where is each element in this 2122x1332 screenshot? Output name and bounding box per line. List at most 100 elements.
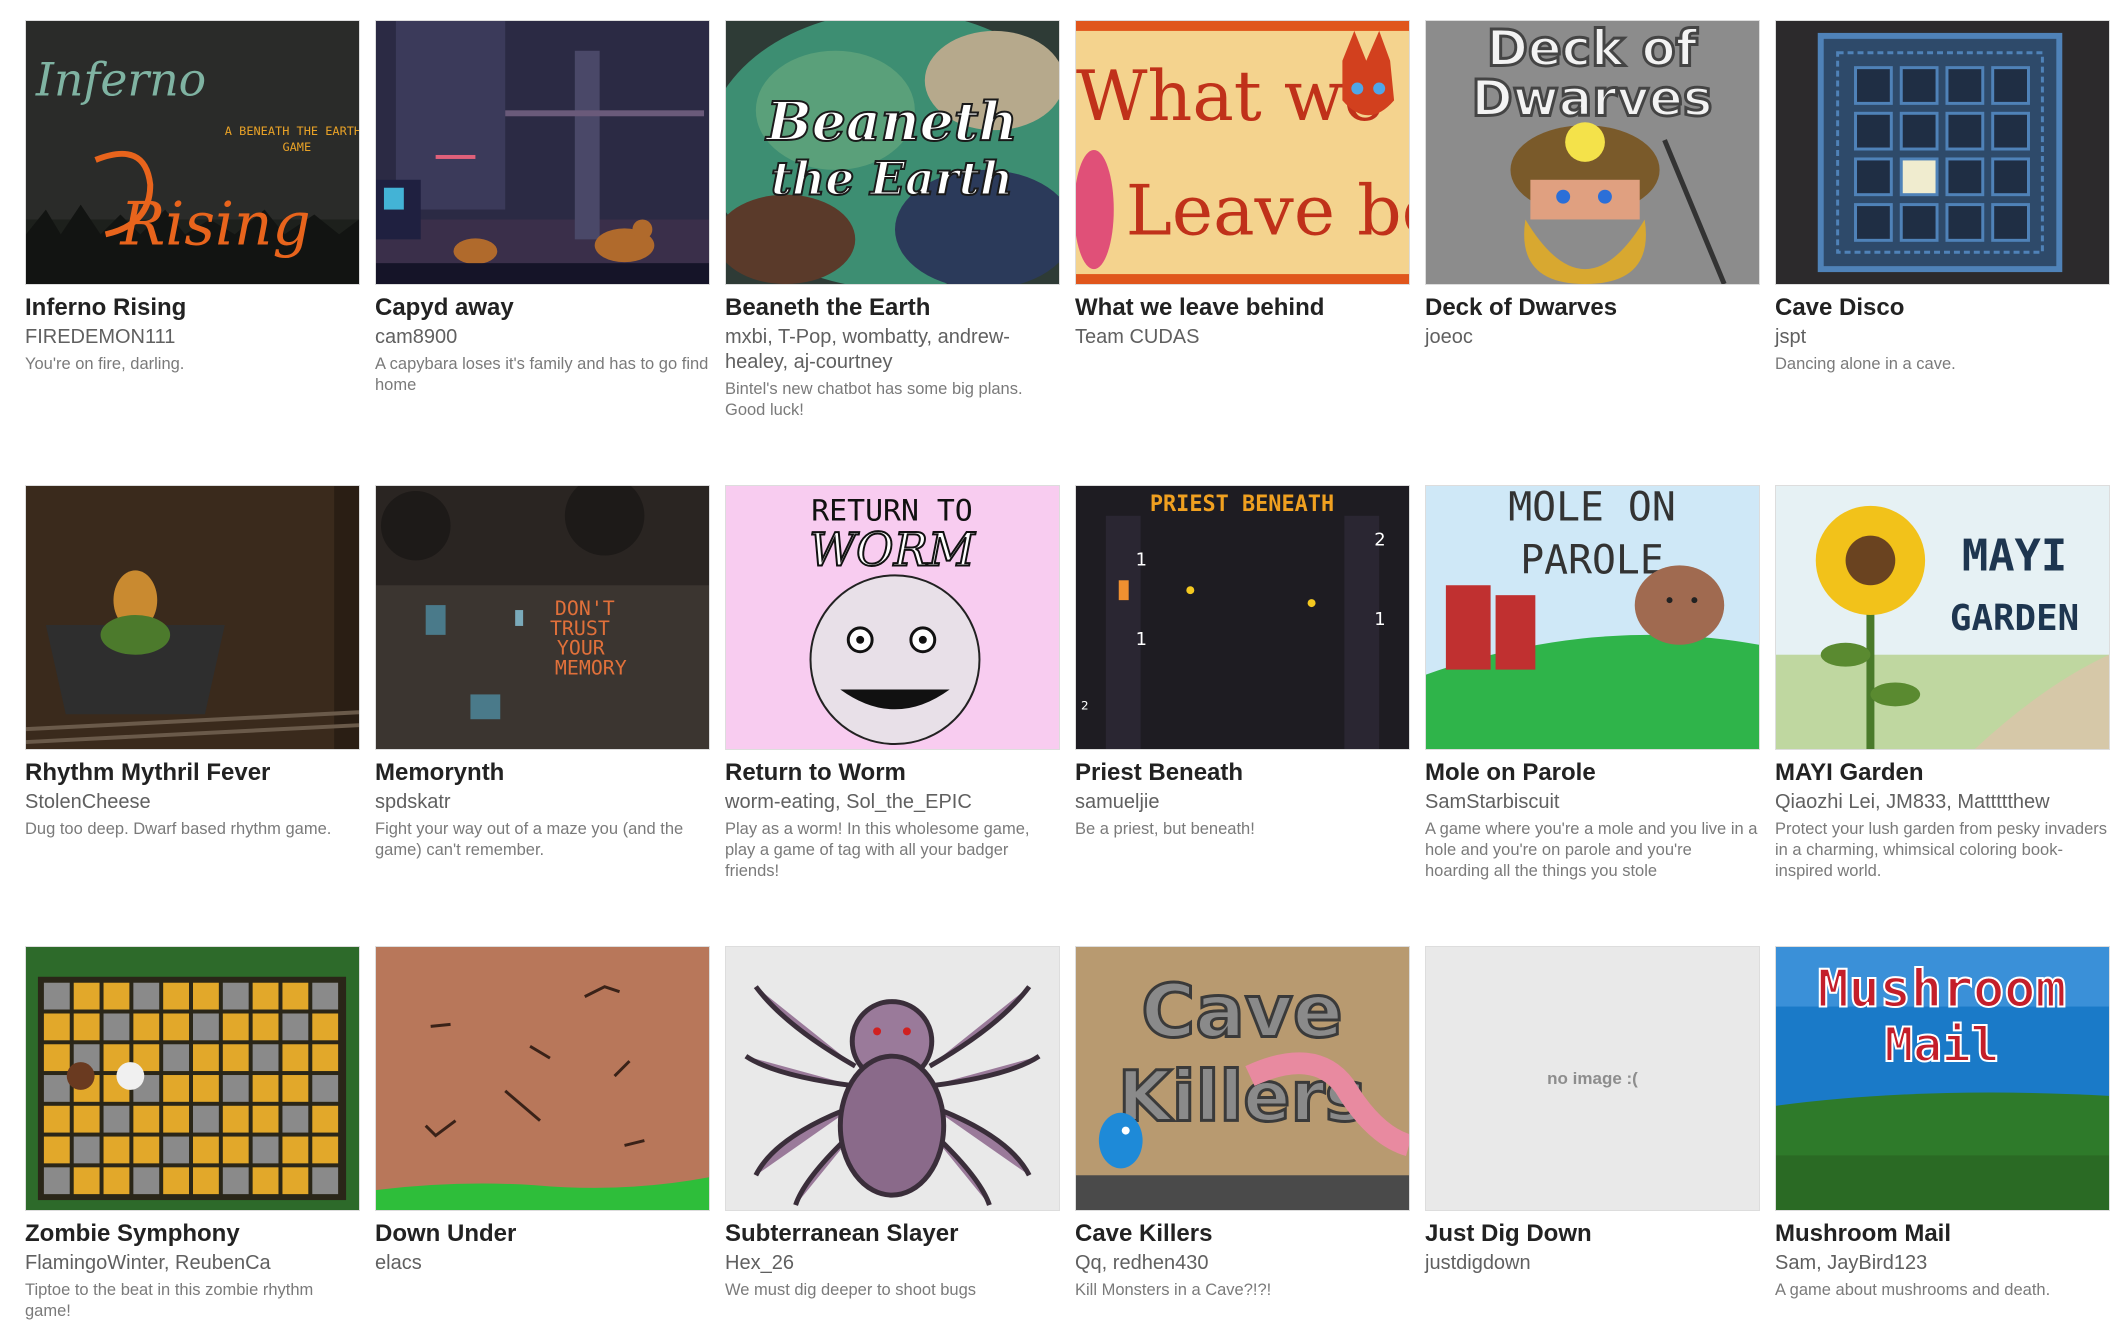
game-title[interactable]: Rhythm Mythril Fever (25, 758, 360, 788)
game-title[interactable]: Cave Disco (1775, 293, 2110, 323)
svg-text:PRIEST BENEATH: PRIEST BENEATH (1150, 492, 1334, 517)
thumbnail-art (26, 947, 359, 1210)
game-thumbnail[interactable]: MOLE ON PAROLE (1425, 485, 1760, 750)
game-author: FlamingoWinter, ReubenCa (25, 1252, 271, 1274)
game-card-rhythm-mythril-fever[interactable]: Rhythm Mythril Fever StolenCheese Dug too … (25, 485, 360, 840)
game-description: A game where you're a mole and you live … (1425, 820, 1758, 880)
game-title[interactable]: Down Under (375, 1219, 710, 1249)
game-title[interactable]: Priest Beneath (1075, 758, 1410, 788)
game-author: spdskatr (375, 791, 451, 813)
game-title[interactable]: Subterranean Slayer (725, 1219, 1060, 1249)
thumbnail-art: Deck of Dwarves (1426, 21, 1759, 284)
game-thumbnail[interactable]: Mushroom Mail (1775, 946, 2110, 1211)
svg-text:1: 1 (1136, 629, 1147, 650)
game-title[interactable]: Just Dig Down (1425, 1219, 1760, 1249)
thumbnail-art (26, 486, 359, 749)
game-title[interactable]: Beaneth the Earth (725, 293, 1060, 323)
game-thumbnail[interactable] (1775, 20, 2110, 285)
svg-text:1: 1 (1374, 609, 1385, 630)
game-card-inferno-rising[interactable]: Inferno A BENEATH THE EARTH GAME Rising … (25, 20, 360, 375)
game-title[interactable]: Memorynth (375, 758, 710, 788)
thumbnail-art (1776, 21, 2109, 284)
game-title[interactable]: Capyd away (375, 293, 710, 323)
svg-text:2: 2 (1081, 698, 1089, 712)
game-title[interactable]: Deck of Dwarves (1425, 293, 1760, 323)
game-thumbnail[interactable] (725, 946, 1060, 1211)
game-author: Qiaozhi Lei, JM833, Mattttthew (1775, 791, 2050, 813)
game-thumbnail[interactable]: What we Leave behi (1075, 20, 1410, 285)
game-title[interactable]: Zombie Symphony (25, 1219, 360, 1249)
game-card-mayi-garden[interactable]: MAYI GARDEN MAYI Garden Qiaozhi Lei, JM833… (1775, 485, 2110, 882)
game-card-deck-of-dwarves[interactable]: Deck of Dwarves Deck of Dwarves joeoc (1425, 20, 1760, 350)
game-card-what-we-leave-behind[interactable]: What we Leave behi What we leave behind T… (1075, 20, 1410, 350)
game-card-mole-on-parole[interactable]: MOLE ON PAROLE Mole on Parole SamStarbisc… (1425, 485, 1760, 882)
game-title[interactable]: Inferno Rising (25, 293, 360, 323)
game-author: mxbi, T-Pop, wombatty, andrew-healey, aj… (725, 326, 1010, 373)
game-author: Qq, redhen430 (1075, 1252, 1209, 1274)
game-card-capyd-away[interactable]: Capyd away cam8900 A capybara loses it's f… (375, 20, 710, 396)
svg-text:What we: What we (1076, 56, 1385, 137)
game-thumbnail[interactable]: DON'T TRUST YOUR MEMORY (375, 485, 710, 750)
thumbnail-art: What we Leave behi (1076, 21, 1409, 284)
game-thumbnail[interactable]: Inferno A BENEATH THE EARTH GAME Rising (25, 20, 360, 285)
game-author: FIREDEMON111 (25, 326, 176, 348)
game-thumbnail[interactable]: Beaneth the Earth (725, 20, 1060, 285)
game-thumbnail[interactable]: Cave Killers (1075, 946, 1410, 1211)
game-thumbnail[interactable] (25, 485, 360, 750)
svg-text:Leave behi: Leave behi (1126, 170, 1409, 251)
game-title[interactable]: Mole on Parole (1425, 758, 1760, 788)
svg-text:1: 1 (1136, 549, 1147, 570)
game-author: justdigdown (1425, 1252, 1531, 1274)
game-thumbnail[interactable]: RETURN TO WORM (725, 485, 1060, 750)
game-title[interactable]: Return to Worm (725, 758, 1060, 788)
game-card-beaneth-the-earth[interactable]: Beaneth the Earth Beaneth the Earth mxbi, … (725, 20, 1060, 421)
thumbnail-art (376, 947, 709, 1210)
game-card-memorynth[interactable]: DON'T TRUST YOUR MEMORY Memorynth spdskatr F… (375, 485, 710, 861)
svg-text:Cave: Cave (1141, 969, 1342, 1054)
game-description: Dug too deep. Dwarf based rhythm game. (25, 820, 332, 838)
thumbnail-art: MAYI GARDEN (1776, 486, 2109, 749)
game-description: Tiptoe to the beat in this zombie rhythm… (25, 1281, 314, 1320)
game-description: A capybara loses it's family and has to … (375, 355, 709, 394)
game-card-cave-killers[interactable]: Cave Killers Cave Killers Qq, redhen430 Ki… (1075, 946, 1410, 1301)
game-title[interactable]: Cave Killers (1075, 1219, 1410, 1249)
game-description: Dancing alone in a cave. (1775, 355, 1956, 373)
game-description: You're on fire, darling. (25, 355, 185, 373)
game-thumbnail[interactable] (25, 946, 360, 1211)
game-description: Play as a worm! In this wholesome game, … (725, 820, 1030, 880)
game-thumbnail[interactable] (375, 946, 710, 1211)
game-description: Kill Monsters in a Cave?!?! (1075, 1281, 1272, 1299)
thumbnail-art: Beaneth the Earth (726, 21, 1059, 284)
svg-text:2: 2 (1374, 530, 1385, 551)
game-author: cam8900 (375, 326, 458, 348)
game-thumbnail[interactable]: MAYI GARDEN (1775, 485, 2110, 750)
game-card-return-to-worm[interactable]: RETURN TO WORM Return to Worm worm-eating… (725, 485, 1060, 882)
game-description: Be a priest, but beneath! (1075, 820, 1255, 838)
game-thumbnail[interactable]: no image :( (1425, 946, 1760, 1211)
game-author: samueljie (1075, 791, 1160, 813)
game-author: jspt (1775, 326, 1807, 348)
game-card-mushroom-mail[interactable]: Mushroom Mail Mushroom Mail Sam, JayBird12… (1775, 946, 2110, 1301)
game-card-priest-beneath[interactable]: PRIEST BENEATH 1 2 1 1 2 Priest Beneath sam… (1075, 485, 1410, 840)
game-title[interactable]: Mushroom Mail (1775, 1219, 2110, 1249)
game-card-down-under[interactable]: Down Under elacs (375, 946, 710, 1276)
thumbnail-art: Inferno A BENEATH THE EARTH GAME Rising (26, 21, 359, 284)
game-author: worm-eating, Sol_the_EPIC (725, 791, 972, 813)
game-card-cave-disco[interactable]: Cave Disco jspt Dancing alone in a cave. (1775, 20, 2110, 375)
game-title[interactable]: What we leave behind (1075, 293, 1410, 323)
svg-text:A BENEATH THE EARTH: A BENEATH THE EARTH (225, 124, 359, 138)
game-card-zombie-symphony[interactable]: Zombie Symphony FlamingoWinter, ReubenCa T… (25, 946, 360, 1322)
game-title[interactable]: MAYI Garden (1775, 758, 2110, 788)
svg-text:WORM: WORM (809, 523, 976, 576)
game-author: SamStarbiscuit (1425, 791, 1560, 813)
game-card-subterranean-slayer[interactable]: Subterranean Slayer Hex_26 We must dig dee… (725, 946, 1060, 1301)
game-author: joeoc (1425, 326, 1473, 348)
svg-text:Dwarves: Dwarves (1472, 69, 1713, 127)
thumbnail-art: Cave Killers (1076, 947, 1409, 1210)
game-thumbnail[interactable]: Deck of Dwarves (1425, 20, 1760, 285)
game-card-just-dig-down[interactable]: no image :( Just Dig Down justdigdown (1425, 946, 1760, 1276)
game-thumbnail[interactable]: PRIEST BENEATH 1 2 1 1 2 (1075, 485, 1410, 750)
svg-text:MOLE ON: MOLE ON (1508, 486, 1676, 531)
thumbnail-art: RETURN TO WORM (726, 486, 1059, 749)
game-thumbnail[interactable] (375, 20, 710, 285)
